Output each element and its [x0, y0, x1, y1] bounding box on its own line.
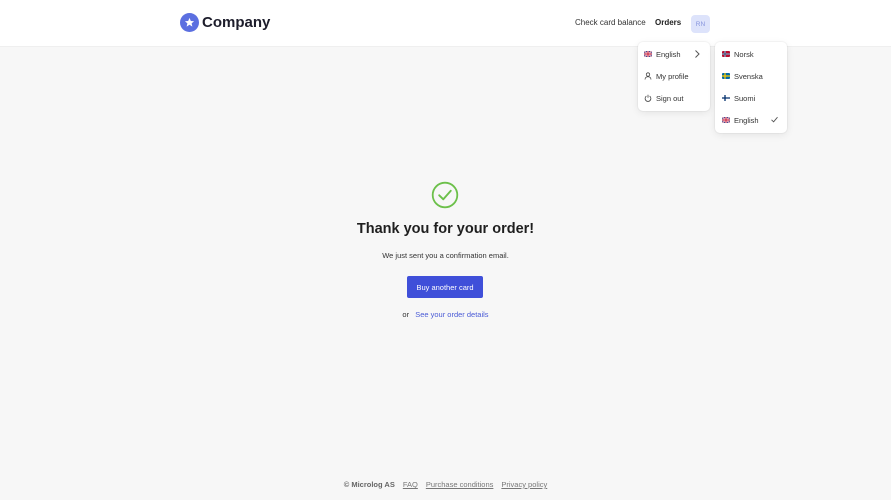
language-option-english[interactable]: English [715, 111, 787, 129]
nav-orders[interactable]: Orders [655, 18, 681, 27]
language-option-svenska[interactable]: Svenska [715, 67, 787, 85]
star-icon [180, 13, 199, 32]
menu-item-my-profile[interactable]: My profile [638, 67, 710, 85]
menu-item-sign-out[interactable]: Sign out [638, 89, 710, 107]
menu-item-language-label: English [656, 49, 681, 59]
language-option-suomi[interactable]: Suomi [715, 89, 787, 107]
user-dropdown-menu: English My profile Sign out [638, 42, 710, 111]
see-order-details-link[interactable]: See your order details [415, 310, 488, 319]
norway-flag-icon [722, 51, 730, 57]
language-option-label: Svenska [734, 71, 763, 81]
checkmark-icon [771, 116, 778, 123]
success-check-icon [431, 181, 459, 209]
nav-check-card-balance[interactable]: Check card balance [575, 18, 646, 27]
footer-link-privacy-policy[interactable]: Privacy policy [501, 480, 547, 489]
order-details-line: or See your order details [0, 310, 891, 319]
menu-item-sign-out-label: Sign out [656, 93, 684, 103]
brand-name: Company [202, 14, 271, 31]
uk-flag-icon [644, 51, 652, 57]
confirmation-message: We just sent you a confirmation email. [382, 251, 509, 260]
or-text: or [402, 310, 410, 319]
page-footer: © Microlog AS FAQ Purchase conditions Pr… [0, 480, 891, 489]
footer-link-purchase-conditions[interactable]: Purchase conditions [426, 480, 494, 489]
user-icon [644, 72, 652, 80]
footer-copyright: © Microlog AS [343, 480, 395, 489]
sweden-flag-icon [722, 73, 730, 79]
menu-item-my-profile-label: My profile [656, 71, 689, 81]
company-logo[interactable]: Company [180, 13, 270, 32]
user-avatar-button[interactable]: RN [691, 15, 710, 33]
buy-another-card-button[interactable]: Buy another card [407, 276, 483, 298]
power-icon [644, 94, 652, 102]
menu-item-language[interactable]: English [638, 45, 710, 63]
finland-flag-icon [722, 95, 730, 101]
confirmation-title: Thank you for your order! [356, 221, 535, 237]
language-submenu: Norsk Svenska Suomi English [715, 42, 787, 133]
language-option-label: English [734, 115, 759, 125]
uk-flag-icon [722, 117, 730, 123]
language-option-label: Suomi [734, 93, 756, 103]
top-header: Company Check card balance Orders RN [0, 0, 891, 47]
footer-link-faq[interactable]: FAQ [403, 480, 418, 489]
chevron-right-icon [695, 50, 700, 58]
language-option-norsk[interactable]: Norsk [715, 45, 787, 63]
language-option-label: Norsk [734, 49, 754, 59]
